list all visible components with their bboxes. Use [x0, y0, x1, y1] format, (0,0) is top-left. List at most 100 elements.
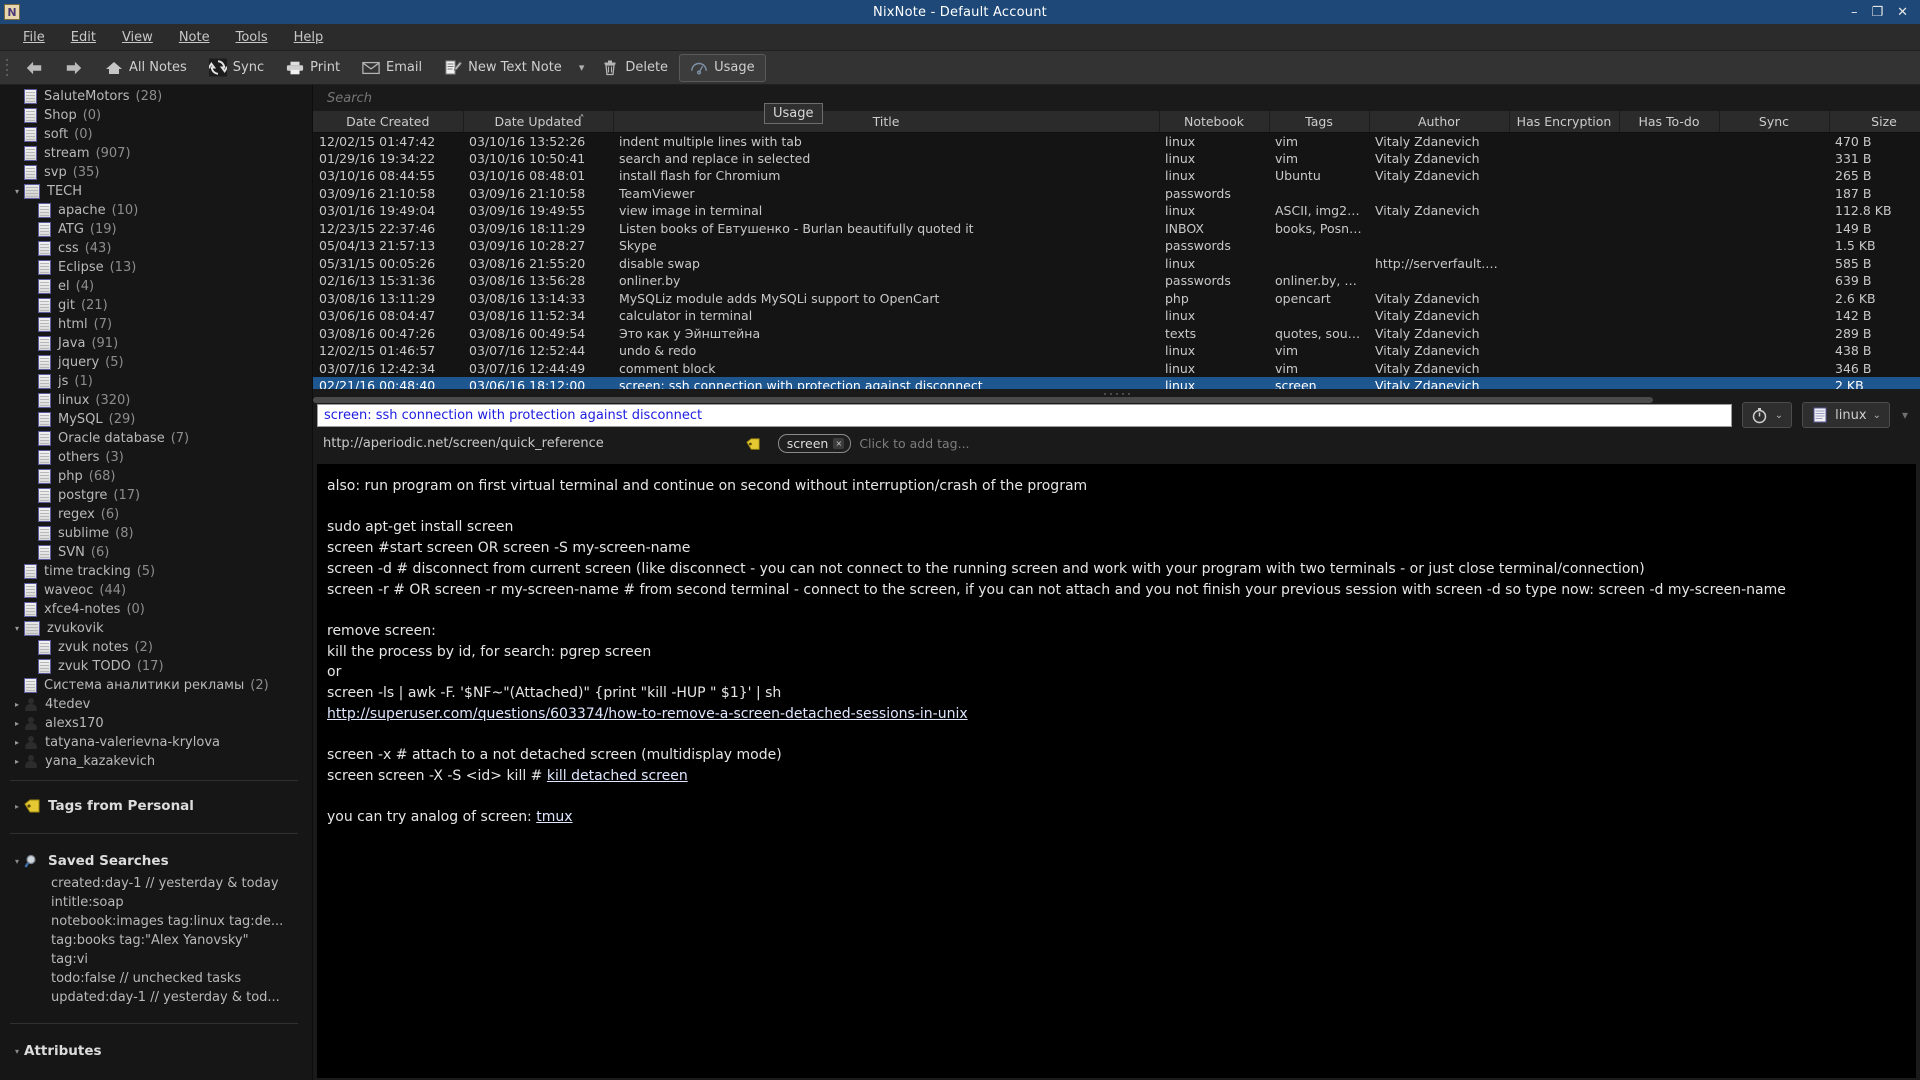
forward-button[interactable]: [54, 54, 94, 82]
shared-user-expander-icon[interactable]: ▸: [10, 757, 24, 766]
usage-button[interactable]: Usage: [679, 54, 766, 82]
notebook-expander-icon[interactable]: ▾: [10, 624, 24, 633]
sidebar-shared-user-item[interactable]: ▸yana_kazakevich: [0, 752, 312, 771]
sidebar-notebook-item[interactable]: stream(907): [0, 144, 312, 163]
menu-view[interactable]: View: [109, 27, 166, 48]
sidebar-notebook-item[interactable]: sublime(8): [0, 524, 312, 543]
tags-expander-icon[interactable]: ▸: [10, 802, 24, 811]
sidebar-notebook-item[interactable]: SaluteMotors(28): [0, 87, 312, 106]
sidebar-shared-user-item[interactable]: ▸alexs170: [0, 714, 312, 733]
saved-searches-section-header[interactable]: ▾ Saved Searches: [0, 848, 312, 874]
sidebar-notebook-item[interactable]: ATG(19): [0, 220, 312, 239]
shared-user-expander-icon[interactable]: ▸: [10, 700, 24, 709]
new-text-note-button[interactable]: New Text Note: [433, 54, 573, 82]
sidebar-notebook-item[interactable]: Java(91): [0, 334, 312, 353]
sidebar-notebook-item[interactable]: ▾zvukovik: [0, 619, 312, 638]
new-note-dropdown-caret[interactable]: ▾: [573, 57, 591, 78]
sidebar-notebook-item[interactable]: SVN(6): [0, 543, 312, 562]
attributes-expander-icon[interactable]: ▾: [10, 1047, 24, 1056]
menu-file[interactable]: File: [10, 27, 58, 48]
all-notes-button[interactable]: All Notes: [94, 54, 198, 82]
sidebar-notebook-item[interactable]: git(21): [0, 296, 312, 315]
menu-edit[interactable]: Edit: [58, 27, 109, 48]
table-row[interactable]: 03/01/16 19:49:0403/09/16 19:49:55view i…: [313, 202, 1920, 220]
sidebar-notebook-item[interactable]: php(68): [0, 467, 312, 486]
sidebar-notebook-item[interactable]: ▾TECH: [0, 182, 312, 201]
sidebar-notebook-item[interactable]: regex(6): [0, 505, 312, 524]
table-row[interactable]: 01/29/16 19:34:2203/10/16 10:50:41search…: [313, 150, 1920, 168]
source-url[interactable]: http://aperiodic.net/screen/quick_refere…: [323, 436, 604, 451]
editor-more-caret-icon[interactable]: ▾: [1902, 408, 1908, 422]
note-body-link[interactable]: http://superuser.com/questions/603374/ho…: [327, 706, 968, 722]
table-row[interactable]: 03/08/16 00:47:2603/08/16 00:49:54Это ка…: [313, 325, 1920, 343]
sidebar-notebook-item[interactable]: zvuk TODO(17): [0, 657, 312, 676]
col-size[interactable]: Size: [1829, 111, 1920, 132]
saved-search-item[interactable]: created:day-1 // yesterday & today: [0, 874, 312, 893]
note-tag-chip[interactable]: screen ×: [778, 434, 852, 453]
sidebar-notebook-item[interactable]: others(3): [0, 448, 312, 467]
table-row[interactable]: 12/23/15 22:37:4603/09/16 18:11:29Listen…: [313, 220, 1920, 238]
col-author[interactable]: Author: [1369, 111, 1509, 132]
sidebar-notebook-item[interactable]: xfce4-notes(0): [0, 600, 312, 619]
sidebar-notebook-item[interactable]: html(7): [0, 315, 312, 334]
add-tag-hint[interactable]: Click to add tag...: [859, 436, 969, 451]
saved-searches-expander-icon[interactable]: ▾: [10, 857, 24, 866]
notebook-selector[interactable]: linux ⌄: [1802, 402, 1890, 428]
col-has-todo[interactable]: Has To-do: [1619, 111, 1719, 132]
sidebar-notebook-item[interactable]: postgre(17): [0, 486, 312, 505]
sidebar-notebook-item[interactable]: time tracking(5): [0, 562, 312, 581]
note-title-input[interactable]: [317, 404, 1732, 427]
sidebar-shared-user-item[interactable]: ▸tatyana-valerievna-krylova: [0, 733, 312, 752]
sidebar-notebook-item[interactable]: Shop(0): [0, 106, 312, 125]
sidebar-notebook-item[interactable]: waveoc(44): [0, 581, 312, 600]
sidebar-notebook-item[interactable]: linux(320): [0, 391, 312, 410]
remove-tag-icon[interactable]: ×: [833, 438, 844, 449]
saved-search-item[interactable]: tag:books tag:"Alex Yanovsky": [0, 931, 312, 950]
col-tags[interactable]: Tags: [1269, 111, 1369, 132]
sidebar-notebook-item[interactable]: el(4): [0, 277, 312, 296]
table-row[interactable]: 02/16/13 15:31:3603/08/16 13:56:28online…: [313, 272, 1920, 290]
note-body-link[interactable]: tmux: [536, 809, 572, 825]
table-row[interactable]: 03/06/16 08:04:4703/08/16 11:52:34calcul…: [313, 307, 1920, 325]
table-row[interactable]: 03/10/16 08:44:5503/10/16 08:48:01instal…: [313, 167, 1920, 185]
back-button[interactable]: [14, 54, 54, 82]
sidebar-notebook-item[interactable]: svp(35): [0, 163, 312, 182]
email-button[interactable]: Email: [351, 54, 433, 82]
search-input[interactable]: [315, 87, 1918, 109]
reminder-dropdown[interactable]: ⌄: [1742, 402, 1792, 428]
saved-search-item[interactable]: notebook:images tag:linux tag:de...: [0, 912, 312, 931]
sidebar-notebook-item[interactable]: MySQL(29): [0, 410, 312, 429]
tags-section-header[interactable]: ▸ Tags from Personal: [0, 793, 312, 819]
delete-button[interactable]: Delete: [590, 54, 679, 82]
table-row[interactable]: 12/02/15 01:46:5703/07/16 12:52:44undo &…: [313, 342, 1920, 360]
table-row[interactable]: 12/02/15 01:47:4203/10/16 13:52:26indent…: [313, 132, 1920, 150]
table-row[interactable]: 05/31/15 00:05:2603/08/16 21:55:20disabl…: [313, 255, 1920, 273]
col-date-created[interactable]: Date Created: [313, 111, 463, 132]
shared-user-expander-icon[interactable]: ▸: [10, 719, 24, 728]
saved-search-item[interactable]: todo:false // unchecked tasks: [0, 969, 312, 988]
sidebar-notebook-item[interactable]: jquery(5): [0, 353, 312, 372]
sidebar-notebook-item[interactable]: Eclipse(13): [0, 258, 312, 277]
col-has-encryption[interactable]: Has Encryption: [1509, 111, 1619, 132]
sidebar-notebook-item[interactable]: soft(0): [0, 125, 312, 144]
note-body-content[interactable]: also: run program on first virtual termi…: [317, 464, 1916, 1078]
table-row[interactable]: 03/09/16 21:10:5803/09/16 21:10:58TeamVi…: [313, 185, 1920, 203]
saved-search-item[interactable]: updated:day-1 // yesterday & tod...: [0, 988, 312, 1007]
table-row[interactable]: 03/08/16 13:11:2903/08/16 13:14:33MySQLi…: [313, 290, 1920, 308]
col-notebook[interactable]: Notebook: [1159, 111, 1269, 132]
sidebar-notebook-item[interactable]: css(43): [0, 239, 312, 258]
sidebar-notebook-item[interactable]: js(1): [0, 372, 312, 391]
saved-search-item[interactable]: tag:vi: [0, 950, 312, 969]
attributes-section-header[interactable]: ▾ Attributes: [0, 1038, 312, 1064]
sync-button[interactable]: Sync: [198, 54, 275, 82]
sidebar-notebook-item[interactable]: apache(10): [0, 201, 312, 220]
notes-table-hscrollbar-thumb[interactable]: [313, 397, 1653, 403]
col-sync[interactable]: Sync: [1719, 111, 1829, 132]
saved-search-item[interactable]: intitle:soap: [0, 893, 312, 912]
menu-note[interactable]: Note: [166, 27, 223, 48]
sidebar-shared-user-item[interactable]: ▸4tedev: [0, 695, 312, 714]
notebook-expander-icon[interactable]: ▾: [10, 187, 24, 196]
sidebar-notebook-item[interactable]: Система аналитики рекламы(2): [0, 676, 312, 695]
menu-tools[interactable]: Tools: [223, 27, 281, 48]
menu-help[interactable]: Help: [281, 27, 337, 48]
